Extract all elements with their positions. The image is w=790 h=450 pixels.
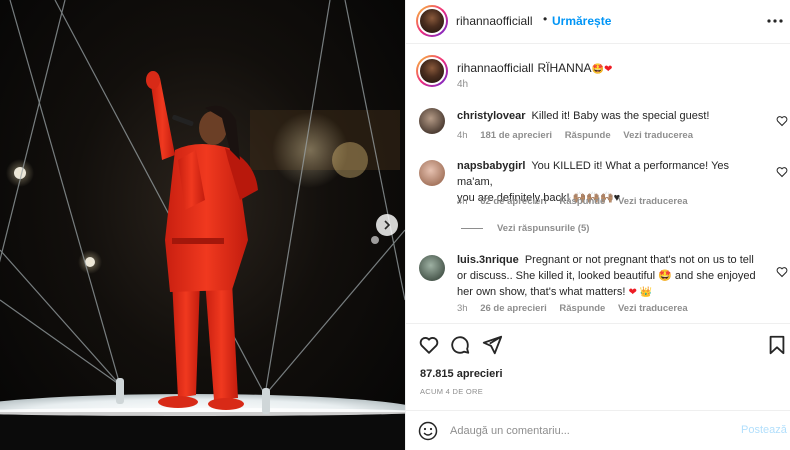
chevron-right-icon — [384, 220, 391, 230]
like-comment-heart-icon[interactable] — [776, 115, 788, 127]
caption-username[interactable]: rihannaofficiall — [457, 61, 534, 75]
post-media[interactable] — [0, 0, 405, 450]
reply-button[interactable]: Răspunde — [565, 130, 611, 141]
comment-bubble-icon[interactable] — [449, 334, 471, 356]
header-separator: • — [543, 12, 548, 26]
comment-meta: 4h 181 de aprecieri Răspunde Vezi traduc… — [457, 130, 703, 141]
avatar[interactable] — [416, 5, 448, 37]
post-panel: rihannaofficiall • Urmărește rihannaoffi… — [405, 0, 790, 450]
like-heart-icon[interactable] — [418, 334, 440, 356]
replies-divider-line — [461, 227, 483, 229]
caption-avatar[interactable] — [416, 55, 448, 87]
emoji-picker-icon[interactable] — [418, 421, 438, 441]
reply-button[interactable]: Răspunde — [559, 196, 605, 207]
comment-avatar[interactable] — [419, 160, 445, 186]
star-struck-emoji: 🤩 — [591, 64, 604, 75]
heart-emoji: ❤ — [603, 64, 613, 75]
more-options-icon[interactable] — [766, 12, 784, 30]
follow-button[interactable]: Urmărește — [552, 14, 611, 28]
reply-button[interactable]: Răspunde — [559, 303, 605, 314]
share-paper-plane-icon[interactable] — [481, 334, 503, 356]
comment-username[interactable]: luis.3nrique — [457, 254, 519, 266]
comment-likes[interactable]: 181 de aprecieri — [480, 130, 552, 141]
comment-meta: 4h 62 de aprecieri Răspunde Vezi traduce… — [457, 196, 698, 207]
comment-body-line1: Pregnant or not pregnant that's not on u… — [524, 254, 754, 266]
translate-button[interactable]: Vezi traducerea — [618, 196, 688, 207]
comment-body-line2: or discuss.. She killed it, looked beaut… — [457, 270, 756, 282]
like-comment-heart-icon[interactable] — [776, 166, 788, 178]
add-comment-bar: Postează — [406, 410, 790, 450]
crown-emoji: 👑 — [639, 287, 653, 298]
view-replies-label: Vezi răspunsurile (5) — [497, 223, 590, 234]
post-age: ACUM 4 DE ORE — [420, 387, 484, 396]
comment-time: 3h — [457, 303, 468, 314]
translate-button[interactable]: Vezi traducerea — [618, 303, 688, 314]
comment-username[interactable]: napsbabygirl — [457, 160, 525, 172]
comment-avatar[interactable] — [419, 255, 445, 281]
save-bookmark-icon[interactable] — [766, 334, 788, 356]
comment-meta: 3h 26 de aprecieri Răspunde Vezi traduce… — [457, 303, 698, 314]
like-comment-heart-icon[interactable] — [776, 266, 788, 278]
heart-emoji: ❤ — [628, 287, 637, 298]
post-header: rihannaofficiall • Urmărește — [406, 0, 790, 44]
caption-body: RÏHANNA — [537, 61, 592, 75]
likes-count[interactable]: 87.815 aprecieri — [420, 368, 503, 380]
comment-likes[interactable]: 62 de aprecieri — [480, 196, 547, 207]
comment-likes[interactable]: 26 de aprecieri — [480, 303, 547, 314]
translate-button[interactable]: Vezi traducerea — [623, 130, 693, 141]
comment-time: 4h — [457, 196, 468, 207]
comment-body-line3: her own show, that's what matters! — [457, 286, 626, 298]
comment-time: 4h — [457, 130, 468, 141]
comment-input[interactable] — [450, 422, 720, 440]
performance-photo — [0, 0, 405, 450]
caption-time: 4h — [457, 79, 469, 90]
header-username[interactable]: rihannaofficiall — [456, 14, 533, 28]
comment-body: Killed it! Baby was the special guest! — [531, 110, 710, 122]
comment-text: luis.3nrique Pregnant or not pregnant th… — [457, 252, 762, 300]
post-comment-button[interactable]: Postează — [741, 424, 787, 436]
comment-text: christylovear Killed it! Baby was the sp… — [457, 108, 762, 124]
next-slide-button[interactable] — [376, 214, 398, 236]
comment-username[interactable]: christylovear — [457, 110, 525, 122]
caption-text: rihannaofficiall RÏHANNA🤩❤ — [457, 61, 612, 75]
comment-avatar[interactable] — [419, 108, 445, 134]
view-replies-button[interactable]: Vezi răspunsurile (5) — [461, 223, 589, 234]
